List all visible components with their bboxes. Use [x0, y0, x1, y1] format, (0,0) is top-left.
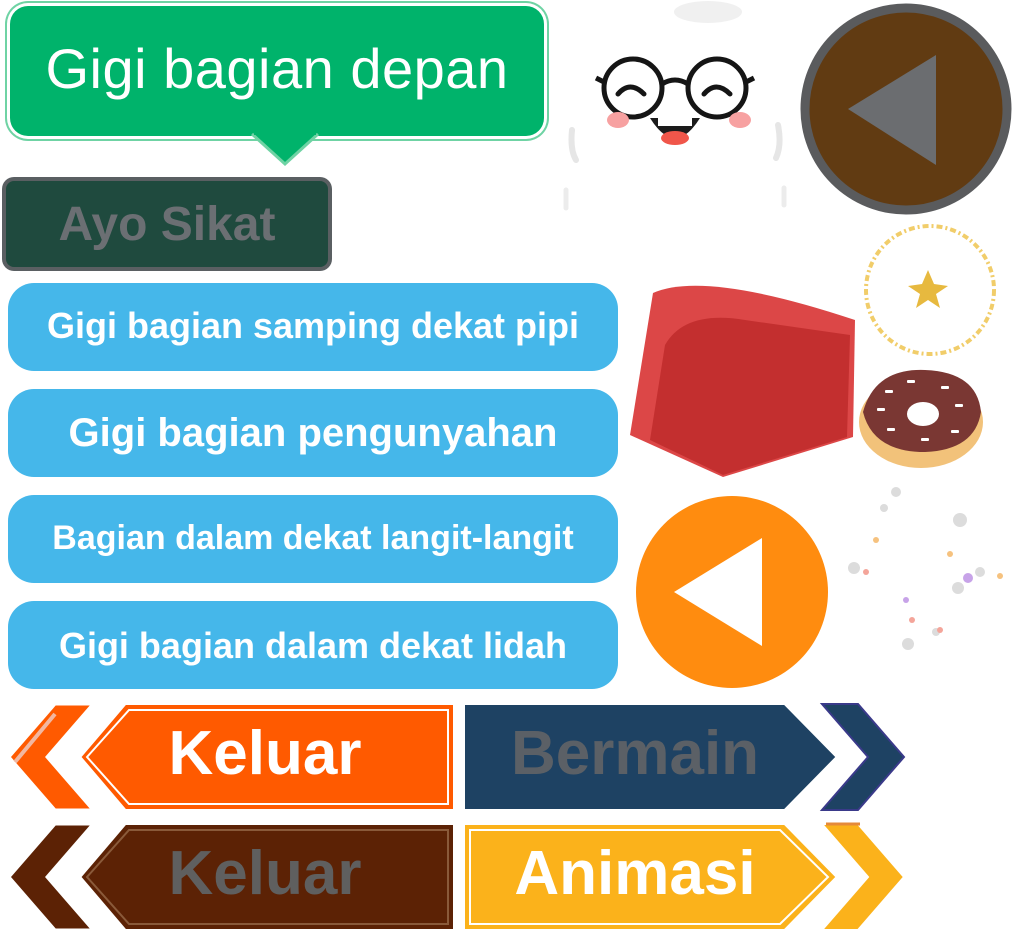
- option-button-3[interactable]: Bagian dalam dekat langit-langit: [8, 495, 618, 583]
- bubble-label: Gigi bagian depan: [45, 37, 509, 100]
- keluar-inactive-label: Keluar: [168, 839, 362, 908]
- option-label: Gigi bagian dalam dekat lidah: [58, 625, 568, 666]
- sparkle-star-icon: [864, 224, 996, 356]
- sparkle-dots: [848, 487, 1003, 650]
- tooth-mascot-icon: [563, 1, 787, 211]
- animasi-label: Animasi: [514, 839, 756, 908]
- ayo-sikat-button[interactable]: Ayo Sikat: [6, 181, 328, 267]
- option-button-1[interactable]: Gigi bagian samping dekat pipi: [8, 283, 618, 371]
- option-label: Gigi bagian pengunyahan: [68, 411, 558, 455]
- back-button-brown[interactable]: [800, 3, 1013, 215]
- option-button-2[interactable]: Gigi bagian pengunyahan: [8, 389, 618, 477]
- keluar-label: Keluar: [168, 719, 362, 788]
- speech-bubble: Gigi bagian depan: [10, 6, 544, 136]
- back-button-orange[interactable]: [632, 492, 832, 692]
- bubble-tail: [250, 130, 320, 167]
- red-hat-icon: [630, 285, 855, 477]
- bermain-label: Bermain: [510, 719, 760, 788]
- option-button-4[interactable]: Gigi bagian dalam dekat lidah: [8, 601, 618, 689]
- ayo-sikat-label: Ayo Sikat: [58, 198, 276, 251]
- option-label: Bagian dalam dekat langit-langit: [52, 519, 574, 557]
- donut-icon: [859, 369, 983, 468]
- option-label: Gigi bagian samping dekat pipi: [46, 305, 580, 346]
